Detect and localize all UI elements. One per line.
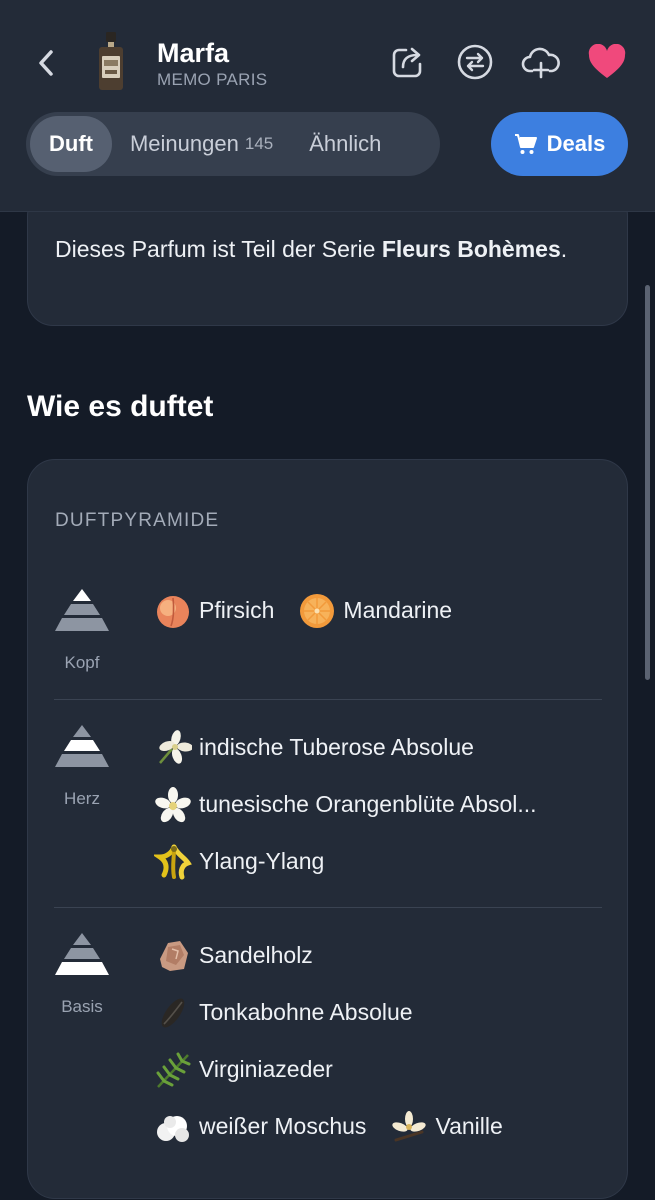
deals-button[interactable]: Deals <box>491 112 628 176</box>
deals-label: Deals <box>546 131 606 156</box>
favorite-button[interactable] <box>587 42 627 82</box>
series-link[interactable]: Fleurs Bohèmes <box>382 236 561 262</box>
tier-head-notes: Pfirsich Mandarine <box>154 582 476 639</box>
tier-name: Kopf <box>64 653 100 672</box>
tab-label: Meinungen <box>129 131 239 156</box>
note-peach[interactable]: Pfirsich <box>154 592 274 630</box>
tonka-bean-icon <box>161 998 185 1027</box>
compare-button[interactable] <box>455 42 495 82</box>
tab-bar: Duft Meinungen 145 Ähnlich <box>26 112 440 176</box>
tab-label: Ähnlich <box>309 131 382 156</box>
note-row: Virginiazeder <box>154 1041 527 1098</box>
mandarin-icon <box>300 593 335 628</box>
tuberose-icon <box>159 729 192 764</box>
tier-name: Herz <box>64 789 100 808</box>
note-label: Virginiazeder <box>199 1056 333 1082</box>
compare-icon <box>457 44 493 80</box>
note-row: tunesische Orangenblüte Absol... <box>154 776 561 833</box>
note-sandalwood[interactable]: Sandelholz <box>154 937 313 975</box>
section-title: Wie es duftet <box>27 390 214 423</box>
ylang-ylang-icon <box>154 844 192 879</box>
note-cedar[interactable]: Virginiazeder <box>154 1051 333 1089</box>
note-label: Ylang-Ylang <box>199 848 325 874</box>
note-white-musk[interactable]: weißer Moschus <box>154 1108 366 1146</box>
fragrance-pyramid-card: DUFTPYRAMIDE Kopf Pfirsich Mandarine Her… <box>27 459 628 1199</box>
perfume-brand[interactable]: MEMO PARIS <box>157 70 267 90</box>
pyramid-middle-icon <box>55 725 109 767</box>
tier-divider <box>54 907 602 908</box>
note-ylang-ylang[interactable]: Ylang-Ylang <box>154 843 324 881</box>
cart-icon <box>514 134 537 154</box>
pyramid-base-icon <box>55 933 109 975</box>
tab-label: Duft <box>49 131 93 156</box>
note-label: Pfirsich <box>199 597 275 623</box>
add-to-collection-button[interactable] <box>521 42 561 82</box>
peach-icon <box>157 595 189 628</box>
note-row: Tonkabohne Absolue <box>154 984 527 1041</box>
cloud-add-icon <box>521 47 560 79</box>
tier-heart-notes: indische Tuberose Absolue tunesische Ora… <box>154 719 561 890</box>
series-prefix: Dieses Parfum ist Teil der Serie <box>55 236 382 262</box>
note-tuberose[interactable]: indische Tuberose Absolue <box>154 729 474 767</box>
note-label: Sandelholz <box>199 942 313 968</box>
vanilla-icon <box>392 1110 427 1141</box>
note-tonka-bean[interactable]: Tonkabohne Absolue <box>154 994 413 1032</box>
cedar-icon <box>156 1052 191 1088</box>
note-label: Mandarine <box>343 597 453 623</box>
perfume-title-block: Marfa MEMO PARIS <box>157 38 267 90</box>
tab-count: 145 <box>244 134 274 153</box>
white-musk-icon <box>157 1115 189 1142</box>
pyramid-top-icon <box>55 589 109 631</box>
note-row: weißer Moschus Vanille <box>154 1098 527 1155</box>
note-row: indische Tuberose Absolue <box>154 719 561 776</box>
tab-duft[interactable]: Duft <box>30 116 112 172</box>
note-label: tunesische Orangenblüte Absol... <box>199 791 537 817</box>
tier-divider <box>54 699 602 700</box>
sandalwood-icon <box>160 940 188 971</box>
note-label: Tonkabohne Absolue <box>199 999 413 1025</box>
chevron-left-icon <box>39 50 53 76</box>
series-text: Dieses Parfum ist Teil der Serie Fleurs … <box>55 231 605 268</box>
note-row: Ylang-Ylang <box>154 833 561 890</box>
tier-head: Kopf <box>54 587 110 673</box>
tier-name: Basis <box>61 997 103 1016</box>
heart-icon <box>588 44 626 78</box>
share-icon <box>392 47 422 78</box>
tier-base: Basis <box>54 931 110 1017</box>
series-suffix: . <box>560 236 568 262</box>
note-mandarin[interactable]: Mandarine <box>298 592 452 630</box>
note-row: Pfirsich Mandarine <box>154 582 476 639</box>
orange-blossom-icon <box>155 786 191 822</box>
perfume-title: Marfa <box>157 38 230 68</box>
scrollbar[interactable] <box>645 285 650 680</box>
note-label: Vanille <box>435 1113 503 1139</box>
share-button[interactable] <box>388 42 428 82</box>
note-vanilla[interactable]: Vanille <box>390 1108 503 1146</box>
pyramid-label: DUFTPYRAMIDE <box>55 510 220 531</box>
app-header: Marfa MEMO PARIS Duft Meinungen 145 Ähnl… <box>0 0 655 212</box>
tier-heart: Herz <box>54 723 110 809</box>
note-row: Sandelholz <box>154 927 527 984</box>
tab-meinungen[interactable]: Meinungen 145 <box>112 116 291 172</box>
tier-base-notes: Sandelholz Tonkabohne Absolue Virginiaze… <box>154 927 527 1155</box>
back-button[interactable] <box>30 44 62 82</box>
perfume-bottle-image <box>99 32 123 90</box>
tab-aehnlich[interactable]: Ähnlich <box>291 116 399 172</box>
note-label: indische Tuberose Absolue <box>199 734 474 760</box>
note-label: weißer Moschus <box>199 1113 367 1139</box>
note-orange-blossom[interactable]: tunesische Orangenblüte Absol... <box>154 786 537 824</box>
